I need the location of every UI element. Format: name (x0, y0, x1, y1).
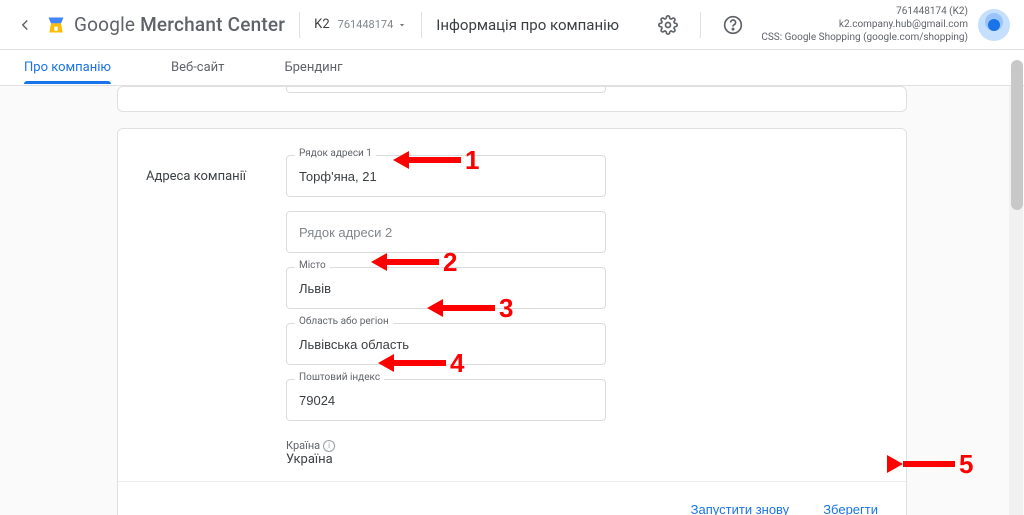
account-css-line: CSS: Google Shopping (google.com/shoppin… (761, 31, 968, 44)
product-name-light: Google (74, 13, 135, 36)
region-label: Область або регіон (295, 316, 393, 327)
postal-input[interactable] (286, 379, 606, 421)
account-info-block: 761448174 (K2) k2.company.hub@gmail.com … (761, 5, 968, 44)
postal-label: Поштовий індекс (295, 372, 384, 383)
product-name-bold: Merchant Center (140, 13, 285, 36)
help-icon[interactable] (715, 7, 751, 43)
card-actions: Запустити знову Зберегти (118, 481, 906, 515)
postal-field: Поштовий індекс (286, 379, 878, 421)
country-label: Країна (286, 439, 320, 452)
main-content: Адреса компанії Рядок адреси 1 Місто Обл… (0, 86, 1024, 515)
region-input[interactable] (286, 323, 606, 365)
tab-website[interactable]: Веб-сайт (171, 52, 224, 83)
address-section-title: Адреса компанії (146, 155, 286, 467)
info-icon[interactable]: i (323, 440, 335, 452)
scrollbar-thumb[interactable] (1011, 60, 1023, 210)
account-switcher[interactable]: K2 761448174 (314, 17, 407, 32)
prev-card-tail (117, 86, 907, 112)
back-arrow-icon[interactable] (14, 16, 36, 34)
account-email-line: k2.company.hub@gmail.com (761, 18, 968, 31)
address-line2-field (286, 211, 878, 253)
region-field: Область або регіон (286, 323, 878, 365)
account-switcher-id: 761448174 (338, 18, 394, 31)
country-value: Україна (286, 452, 878, 467)
city-field: Місто (286, 267, 878, 309)
top-bar: Google Merchant Center K2 761448174 Інфо… (0, 0, 1024, 50)
reset-button[interactable]: Запустити знову (687, 496, 794, 515)
city-label: Місто (295, 260, 330, 271)
address-card: Адреса компанії Рядок адреси 1 Місто Обл… (117, 128, 907, 515)
account-switcher-label: K2 (314, 17, 329, 32)
city-input[interactable] (286, 267, 606, 309)
country-block: Країна i Україна (286, 439, 878, 467)
address-line1-label: Рядок адреси 1 (295, 148, 376, 159)
product-name: Google Merchant Center (74, 13, 285, 36)
chevron-down-icon (397, 20, 407, 30)
account-id-line: 761448174 (K2) (761, 5, 968, 18)
address-line1-input[interactable] (286, 155, 606, 197)
address-line2-input[interactable] (286, 211, 606, 253)
tab-branding[interactable]: Брендинг (284, 52, 342, 83)
divider (421, 12, 422, 38)
merchant-center-logo-icon (46, 15, 66, 35)
tab-bar: Про компанію Веб-сайт Брендинг (0, 50, 1024, 86)
save-button[interactable]: Зберегти (819, 496, 882, 515)
settings-gear-icon[interactable] (650, 7, 686, 43)
divider (700, 12, 701, 38)
avatar[interactable] (978, 9, 1010, 41)
divider (299, 12, 300, 38)
tab-about[interactable]: Про компанію (24, 52, 111, 83)
address-line1-field: Рядок адреси 1 (286, 155, 878, 197)
page-title: Інформація про компанію (436, 16, 619, 34)
